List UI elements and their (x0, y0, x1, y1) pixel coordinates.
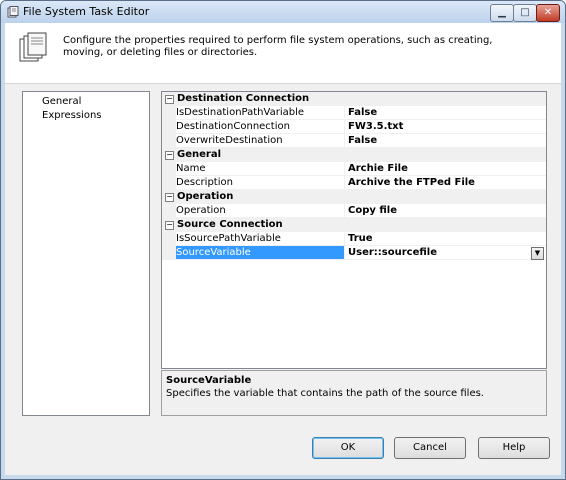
nav-item-expressions[interactable]: Expressions (42, 110, 102, 121)
category-label: General (177, 149, 221, 160)
property-name: SourceVariable (176, 246, 345, 260)
property-value[interactable]: FW3.5.txt (345, 120, 546, 134)
category-row[interactable]: − Operation (162, 190, 546, 204)
title-bar[interactable]: File System Task Editor ▁ □ ✕ (1, 1, 565, 23)
property-name: Name (176, 162, 345, 176)
category-row[interactable]: − Destination Connection (162, 92, 546, 106)
dialog-window: File System Task Editor ▁ □ ✕ Configure … (0, 0, 566, 480)
category-label: Source Connection (177, 219, 283, 230)
property-name: DestinationConnection (176, 120, 345, 134)
collapse-icon[interactable]: − (165, 221, 174, 230)
property-row[interactable]: Description Archive the FTPed File (162, 176, 546, 190)
category-row[interactable]: − General (162, 148, 546, 162)
chevron-down-icon[interactable]: ▼ (531, 247, 544, 260)
cancel-button[interactable]: Cancel (394, 437, 466, 459)
row-gutter (162, 246, 176, 260)
property-row[interactable]: Operation Copy file (162, 204, 546, 218)
header-description: Configure the properties required to per… (63, 35, 493, 58)
window-title: File System Task Editor (23, 5, 150, 18)
property-name: OverwriteDestination (176, 134, 345, 148)
category-label: Destination Connection (177, 93, 310, 104)
property-value[interactable]: Copy file (345, 204, 546, 218)
property-row-selected[interactable]: SourceVariable User::sourcefile ▼ (162, 246, 546, 260)
row-gutter (162, 106, 176, 120)
maximize-button[interactable]: □ (513, 4, 537, 22)
property-row[interactable]: DestinationConnection FW3.5.txt (162, 120, 546, 134)
navigation-pane: General Expressions (22, 91, 150, 416)
property-row[interactable]: OverwriteDestination False (162, 134, 546, 148)
help-button[interactable]: Help (478, 437, 550, 459)
files-stack-icon (19, 32, 47, 62)
property-value[interactable]: True (345, 232, 546, 246)
property-value[interactable]: False (345, 106, 546, 120)
close-button[interactable]: ✕ (536, 4, 560, 22)
minimize-button[interactable]: ▁ (490, 4, 514, 22)
collapse-icon[interactable]: − (165, 193, 174, 202)
row-gutter (162, 204, 176, 218)
description-title: SourceVariable (166, 375, 252, 386)
category-label: Operation (177, 191, 234, 202)
row-gutter (162, 120, 176, 134)
property-grid: − Destination Connection IsDestinationPa… (161, 91, 547, 369)
file-system-task-icon (7, 6, 19, 18)
close-icon: ✕ (543, 7, 553, 18)
property-row[interactable]: IsSourcePathVariable True (162, 232, 546, 246)
collapse-icon[interactable]: − (165, 151, 174, 160)
property-value[interactable]: False (345, 134, 546, 148)
property-name: Description (176, 176, 345, 190)
property-row[interactable]: IsDestinationPathVariable False (162, 106, 546, 120)
property-value[interactable]: Archie File (345, 162, 546, 176)
dialog-client-area: Configure the properties required to per… (5, 23, 561, 475)
property-name: IsDestinationPathVariable (176, 106, 345, 120)
row-gutter (162, 162, 176, 176)
row-gutter (162, 134, 176, 148)
dialog-header: Configure the properties required to per… (5, 23, 561, 84)
row-gutter (162, 232, 176, 246)
property-name: IsSourcePathVariable (176, 232, 345, 246)
category-row[interactable]: − Source Connection (162, 218, 546, 232)
row-gutter (162, 176, 176, 190)
description-text: Specifies the variable that contains the… (166, 388, 484, 399)
maximize-icon: □ (520, 7, 530, 18)
ok-button[interactable]: OK (312, 437, 384, 459)
property-name: Operation (176, 204, 345, 218)
minimize-icon: ▁ (498, 7, 506, 18)
nav-item-general[interactable]: General (42, 96, 81, 107)
property-value-dropdown[interactable]: User::sourcefile (345, 246, 546, 260)
property-value[interactable]: Archive the FTPed File (345, 176, 546, 190)
property-description-panel: SourceVariable Specifies the variable th… (161, 370, 547, 416)
collapse-icon[interactable]: − (165, 95, 174, 104)
property-row[interactable]: Name Archie File (162, 162, 546, 176)
